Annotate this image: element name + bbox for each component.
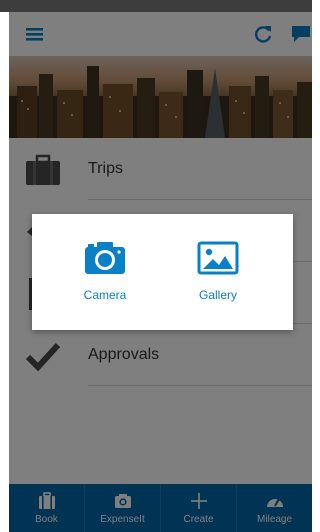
photo-source-dialog: Camera Gallery bbox=[32, 214, 293, 330]
image-icon bbox=[197, 241, 239, 275]
camera-option-label: Camera bbox=[83, 288, 127, 302]
gallery-option[interactable]: Gallery bbox=[178, 240, 258, 310]
camera-option[interactable]: Camera bbox=[65, 240, 145, 310]
gallery-option-label: Gallery bbox=[198, 288, 237, 302]
app-screen: Trips Approvals bbox=[9, 12, 312, 532]
camera-icon bbox=[85, 242, 125, 274]
status-bar bbox=[0, 0, 312, 12]
